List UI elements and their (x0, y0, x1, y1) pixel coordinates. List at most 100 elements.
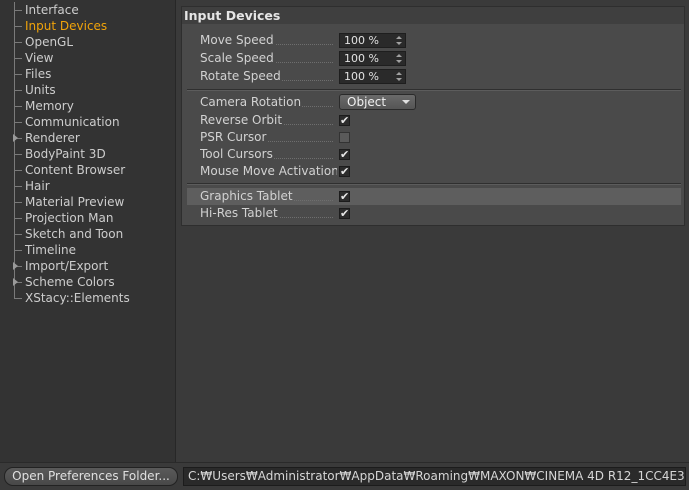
tree-branch-line (14, 226, 24, 242)
settings-area: Input Devices Move Speed 100 % Scale Spe… (177, 0, 689, 462)
scale-speed-row: Scale Speed 100 % (187, 50, 681, 67)
tree-item-label: Hair (25, 179, 50, 193)
tree-item[interactable]: Import/Export (3, 258, 173, 274)
bottom-bar: Open Preferences Folder... C:₩Users₩Admi… (0, 462, 689, 490)
psr-cursor-row: PSR Cursor (187, 129, 681, 146)
tree-branch-line (14, 194, 24, 210)
camera-rotation-value: Object (347, 95, 387, 109)
expand-arrow-icon[interactable] (13, 262, 18, 270)
psr-cursor-checkbox[interactable] (339, 132, 350, 143)
mouse-move-activation-row: Mouse Move Activation ✔ (187, 163, 681, 180)
tree-item[interactable]: Scheme Colors (3, 274, 173, 290)
tree-item-label: Timeline (25, 243, 77, 257)
move-speed-input[interactable]: 100 % (339, 33, 406, 48)
tree-item[interactable]: Input Devices (3, 18, 173, 34)
tree-branch-line (14, 242, 24, 258)
tree-item-label: Renderer (25, 131, 80, 145)
tree-item-label: Material Preview (25, 195, 125, 209)
tree-item[interactable]: Projection Man (3, 210, 173, 226)
tree-item[interactable]: Sketch and Toon (3, 226, 173, 242)
tree-item-label: Communication (25, 115, 120, 129)
tree-branch-line (14, 50, 24, 66)
tree-item-label: Memory (25, 99, 74, 113)
mouse-move-activation-checkbox[interactable]: ✔ (339, 166, 350, 177)
tree-branch-line (14, 2, 24, 18)
graphics-tablet-label: Graphics Tablet (200, 189, 294, 203)
move-speed-label: Move Speed (200, 33, 275, 47)
tree-item-label: View (25, 51, 54, 65)
tree-item[interactable]: Interface (3, 2, 173, 18)
preferences-window: Interface Input Devices OpenGL View Files Uni… (0, 0, 689, 490)
tree-item[interactable]: Files (3, 66, 173, 82)
tool-cursors-row: Tool Cursors ✔ (187, 146, 681, 163)
tree-item[interactable]: Content Browser (3, 162, 173, 178)
section-divider (187, 89, 681, 91)
move-speed-row: Move Speed 100 % (187, 32, 681, 49)
tree-item-label: Files (25, 67, 52, 81)
hires-tablet-checkbox[interactable]: ✔ (339, 208, 350, 219)
tree-item-label: XStacy::Elements (25, 291, 130, 305)
spin-arrows-icon[interactable] (396, 72, 402, 81)
camera-rotation-dropdown[interactable]: Object (339, 94, 416, 110)
tree-branch-line (14, 178, 24, 194)
expand-arrow-icon[interactable] (13, 134, 18, 142)
open-preferences-folder-button[interactable]: Open Preferences Folder... (4, 467, 178, 486)
preferences-path-field[interactable]: C:₩Users₩Administrator₩AppData₩Roaming₩M… (183, 467, 686, 486)
section-divider (187, 183, 681, 185)
tree-item[interactable]: OpenGL (3, 34, 173, 50)
tree-branch-line (14, 34, 24, 50)
tree-item-label: Sketch and Toon (25, 227, 124, 241)
tree-item-label: OpenGL (25, 35, 74, 49)
reverse-orbit-row: Reverse Orbit ✔ (187, 112, 681, 129)
scale-speed-input[interactable]: 100 % (339, 51, 406, 66)
spin-arrows-icon[interactable] (396, 54, 402, 63)
spin-arrows-icon[interactable] (396, 36, 402, 45)
graphics-tablet-checkbox[interactable]: ✔ (339, 191, 350, 202)
hires-tablet-label: Hi-Res Tablet (200, 206, 279, 220)
tree-item-label: Import/Export (25, 259, 109, 273)
tree-branch-line (14, 18, 24, 34)
tree-item-label: Projection Man (25, 211, 114, 225)
rotate-speed-label: Rotate Speed (200, 69, 282, 83)
tool-cursors-label: Tool Cursors (200, 147, 274, 161)
mouse-move-activation-label: Mouse Move Activation (200, 164, 337, 178)
tree-item-label: Content Browser (25, 163, 126, 177)
tree-item[interactable]: Renderer (3, 130, 173, 146)
tree-item[interactable]: Material Preview (3, 194, 173, 210)
tree-item-label: BodyPaint 3D (25, 147, 106, 161)
tree-item[interactable]: XStacy::Elements (3, 290, 173, 306)
chevron-down-icon (402, 100, 410, 104)
expand-arrow-icon[interactable] (13, 278, 18, 286)
tree-item[interactable]: Communication (3, 114, 173, 130)
checkmark-icon: ✔ (340, 148, 350, 161)
camera-rotation-label: Camera Rotation (200, 95, 303, 109)
tree-item[interactable]: Units (3, 82, 173, 98)
rotate-speed-value: 100 % (344, 70, 379, 83)
preferences-tree: Interface Input Devices OpenGL View Files Uni… (0, 0, 176, 462)
tree-branch-line (14, 290, 24, 306)
tree-item-label: Interface (25, 3, 79, 17)
tree-item[interactable]: View (3, 50, 173, 66)
tree-item[interactable]: Memory (3, 98, 173, 114)
tool-cursors-checkbox[interactable]: ✔ (339, 149, 350, 160)
tree-branch-line (14, 210, 24, 226)
tree-branch-line (14, 162, 24, 178)
checkmark-icon: ✔ (340, 114, 350, 127)
reverse-orbit-checkbox[interactable]: ✔ (339, 115, 350, 126)
tree-branch-line (14, 98, 24, 114)
input-devices-panel: Input Devices Move Speed 100 % Scale Spe… (181, 6, 685, 226)
hires-tablet-row: Hi-Res Tablet ✔ (187, 205, 681, 222)
scale-speed-label: Scale Speed (200, 51, 275, 65)
tree-branch-line (14, 82, 24, 98)
scale-speed-value: 100 % (344, 52, 379, 65)
rotate-speed-row: Rotate Speed 100 % (187, 68, 681, 85)
camera-rotation-row: Camera Rotation Object (187, 94, 681, 111)
tree-branch-line (14, 66, 24, 82)
rotate-speed-input[interactable]: 100 % (339, 69, 406, 84)
tree-item[interactable]: Hair (3, 178, 173, 194)
checkmark-icon: ✔ (340, 165, 350, 178)
tree-item[interactable]: BodyPaint 3D (3, 146, 173, 162)
tree-item-label: Input Devices (25, 19, 108, 33)
panel-title: Input Devices (182, 7, 684, 24)
tree-item[interactable]: Timeline (3, 242, 173, 258)
